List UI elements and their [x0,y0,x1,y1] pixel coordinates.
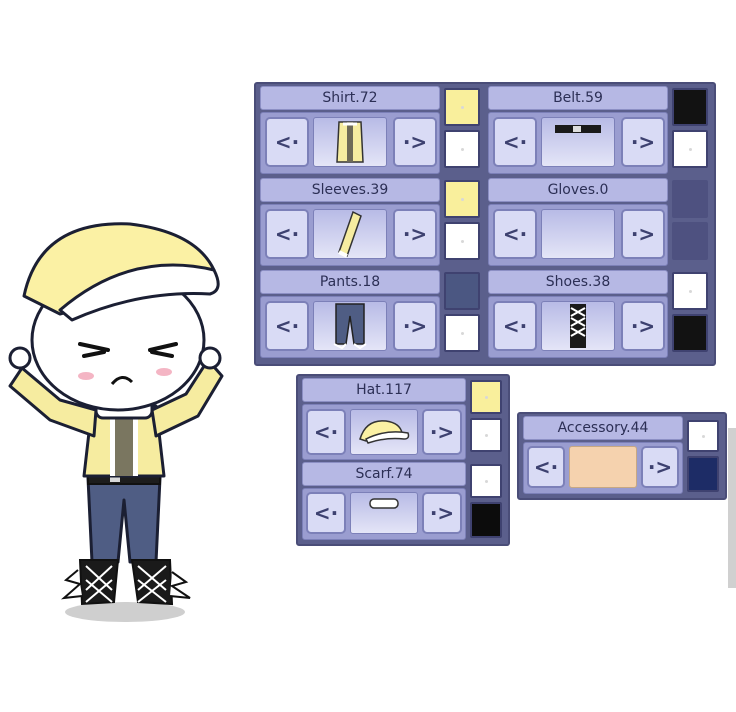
ground-shadow [65,602,185,622]
slot-label: Pants.18 [260,270,440,294]
slot-label: Scarf.74 [302,462,466,486]
hat-preview[interactable] [350,409,418,455]
secondary-color-swatch[interactable] [672,130,708,168]
pants-icon [333,303,367,350]
secondary-color-swatch[interactable] [444,130,480,168]
cap-icon [359,420,410,444]
pants-preview[interactable] [313,301,387,351]
prev-arrow-button[interactable]: <· [527,446,565,488]
slot-label: Shoes.38 [488,270,668,294]
prev-arrow-button[interactable]: <· [265,209,309,259]
belt-preview[interactable] [541,117,615,167]
slot-selector: <· ·> [488,296,668,358]
primary-color-swatch[interactable] [470,380,502,414]
slot-shirt: Shirt.72 <· ·> [260,86,482,174]
outfit-panel-headwear: Hat.117 <· ·> Scarf.74 <· ·> [296,374,510,546]
shoes-preview[interactable] [541,301,615,351]
scarf-preview[interactable] [350,492,418,534]
next-arrow-button[interactable]: ·> [422,492,462,534]
slot-selector: <· ·> [488,112,668,174]
outfit-panel-main: Shirt.72 <· ·> Belt.59 <· ·> Sleeves.39 … [254,82,716,366]
boots-figure [60,559,191,606]
primary-color-swatch[interactable] [444,272,480,310]
slot-scarf: Scarf.74 <· ·> [302,462,504,542]
slot-selector: <· ·> [302,404,466,460]
slot-label: Hat.117 [302,378,466,402]
pants-figure [86,476,162,564]
prev-arrow-button[interactable]: <· [265,117,309,167]
secondary-color-swatch[interactable] [687,456,719,492]
prev-arrow-button[interactable]: <· [493,301,537,351]
slot-accessory: Accessory.44 <· ·> [523,416,721,496]
prev-arrow-button[interactable]: <· [306,492,346,534]
prev-arrow-button[interactable]: <· [493,209,537,259]
next-arrow-button[interactable]: ·> [393,117,437,167]
slot-selector: <· ·> [260,112,440,174]
slot-selector: <· ·> [260,296,440,358]
primary-color-swatch[interactable] [672,180,708,218]
slot-gloves: Gloves.0 <· ·> [488,178,710,266]
collar-icon [369,498,399,509]
next-arrow-button[interactable]: ·> [641,446,679,488]
slot-sleeves: Sleeves.39 <· ·> [260,178,482,266]
primary-color-swatch[interactable] [444,180,480,218]
slot-selector: <· ·> [523,442,683,494]
primary-color-swatch[interactable] [672,272,708,310]
prev-arrow-button[interactable]: <· [265,301,309,351]
secondary-color-swatch[interactable] [444,222,480,260]
slot-shoes: Shoes.38 <· ·> [488,270,710,358]
boot-icon [570,304,586,348]
slot-label: Gloves.0 [488,178,668,202]
outfit-panel-accessory: Accessory.44 <· ·> [517,412,727,500]
slot-selector: <· ·> [488,204,668,266]
shirt-preview[interactable] [313,117,387,167]
slot-label: Belt.59 [488,86,668,110]
next-arrow-button[interactable]: ·> [621,301,665,351]
secondary-color-swatch[interactable] [470,502,502,538]
gloves-preview[interactable] [541,209,615,259]
next-arrow-button[interactable]: ·> [393,301,437,351]
slot-selector: <· ·> [260,204,440,266]
slot-label: Sleeves.39 [260,178,440,202]
belt-icon [555,125,601,133]
secondary-color-swatch[interactable] [672,222,708,260]
primary-color-swatch[interactable] [470,464,502,498]
shirt-icon [336,121,364,163]
prev-arrow-button[interactable]: <· [306,409,346,455]
primary-color-swatch[interactable] [687,420,719,452]
sleeve-icon [338,210,362,258]
side-scroll-handle[interactable] [728,428,736,588]
slot-label: Shirt.72 [260,86,440,110]
character-preview [8,222,224,622]
slot-pants: Pants.18 <· ·> [260,270,482,358]
primary-color-swatch[interactable] [444,88,480,126]
slot-selector: <· ·> [302,488,466,540]
slot-belt: Belt.59 <· ·> [488,86,710,174]
secondary-color-swatch[interactable] [444,314,480,352]
sleeves-preview[interactable] [313,209,387,259]
secondary-color-swatch[interactable] [470,418,502,452]
next-arrow-button[interactable]: ·> [621,209,665,259]
secondary-color-swatch[interactable] [672,314,708,352]
slot-label: Accessory.44 [523,416,683,440]
slot-hat: Hat.117 <· ·> [302,378,504,460]
next-arrow-button[interactable]: ·> [422,409,462,455]
next-arrow-button[interactable]: ·> [621,117,665,167]
accessory-preview[interactable] [569,446,637,488]
next-arrow-button[interactable]: ·> [393,209,437,259]
primary-color-swatch[interactable] [672,88,708,126]
prev-arrow-button[interactable]: <· [493,117,537,167]
